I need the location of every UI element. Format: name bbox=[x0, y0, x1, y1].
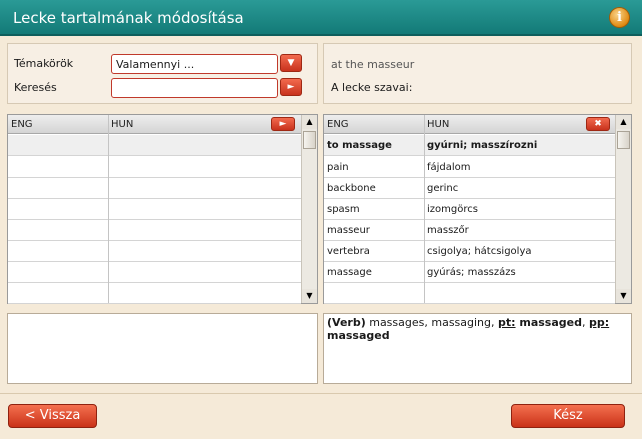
window-title: Lecke tartalmának módosítása bbox=[13, 9, 244, 27]
table-row[interactable]: massage gyúrás; masszázs bbox=[324, 262, 615, 283]
row-eng: vertebra bbox=[327, 246, 370, 257]
row-hun: fájdalom bbox=[427, 162, 471, 173]
table-row[interactable] bbox=[8, 262, 301, 283]
row-eng: backbone bbox=[327, 183, 376, 194]
lesson-name: at the masseur bbox=[331, 58, 415, 71]
scroll-up-icon[interactable]: ▲ bbox=[616, 115, 631, 129]
table-row[interactable] bbox=[8, 178, 301, 199]
scroll-up-icon[interactable]: ▲ bbox=[302, 115, 317, 129]
row-hun: gyúrás; masszázs bbox=[427, 267, 516, 278]
past-tense-label: pt: bbox=[498, 316, 516, 329]
add-to-lesson-button[interactable]: ► bbox=[271, 117, 295, 131]
search-input[interactable] bbox=[111, 78, 278, 98]
row-hun: csigolya; hátcsigolya bbox=[427, 246, 532, 257]
row-eng: massage bbox=[327, 267, 372, 278]
done-button[interactable]: Kész bbox=[511, 404, 625, 428]
lesson-panel: at the masseur A lecke szavai: bbox=[323, 43, 632, 104]
back-button[interactable]: < Vissza bbox=[8, 404, 97, 428]
table-row[interactable]: backbone gerinc bbox=[324, 178, 615, 199]
table-row[interactable] bbox=[8, 135, 301, 156]
title-bar: Lecke tartalmának módosítása i bbox=[0, 0, 642, 36]
table-row[interactable] bbox=[8, 157, 301, 178]
row-eng: masseur bbox=[327, 225, 370, 236]
left-detail-box bbox=[7, 313, 318, 384]
column-header-hun: HUN bbox=[111, 119, 134, 130]
scroll-thumb[interactable] bbox=[303, 131, 316, 149]
row-eng: to massage bbox=[327, 140, 392, 151]
remove-from-lesson-button[interactable]: ✖ bbox=[586, 117, 610, 131]
scroll-thumb[interactable] bbox=[617, 131, 630, 149]
lesson-words-label: A lecke szavai: bbox=[331, 81, 413, 94]
row-eng: pain bbox=[327, 162, 349, 173]
filter-panel: Témakörök Valamennyi ... ▼ Keresés ► bbox=[7, 43, 318, 104]
word-forms-text: (Verb) massages, massaging, pt: massaged… bbox=[327, 316, 627, 342]
right-grid-scrollbar[interactable]: ▲ ▼ bbox=[615, 115, 631, 303]
right-word-grid: ENG HUN ✖ to massage gyúrni; masszírozni… bbox=[323, 114, 632, 304]
table-row[interactable]: pain fájdalom bbox=[324, 157, 615, 178]
past-participle-label: pp: bbox=[589, 316, 610, 329]
row-hun: izomgörcs bbox=[427, 204, 478, 215]
topic-select[interactable]: Valamennyi ... bbox=[111, 54, 278, 74]
table-row[interactable]: spasm izomgörcs bbox=[324, 199, 615, 220]
table-row[interactable] bbox=[8, 241, 301, 262]
row-eng: spasm bbox=[327, 204, 360, 215]
search-label: Keresés bbox=[14, 81, 57, 94]
table-row[interactable]: masseur masszőr bbox=[324, 220, 615, 241]
table-row[interactable]: to massage gyúrni; masszírozni bbox=[324, 135, 615, 156]
part-of-speech: (Verb) bbox=[327, 316, 366, 329]
row-hun: gyúrni; masszírozni bbox=[427, 140, 538, 151]
info-icon[interactable]: i bbox=[609, 7, 630, 28]
arrow-right-icon: ► bbox=[287, 82, 295, 92]
topic-label: Témakörök bbox=[14, 57, 74, 70]
table-row[interactable]: vertebra csigolya; hátcsigolya bbox=[324, 241, 615, 262]
past-tense-value: massaged bbox=[515, 316, 582, 329]
forms-separator: , bbox=[582, 316, 589, 329]
row-hun: gerinc bbox=[427, 183, 459, 194]
arrow-right-icon: ► bbox=[279, 119, 287, 129]
scroll-down-icon[interactable]: ▼ bbox=[302, 289, 317, 303]
table-row[interactable] bbox=[8, 220, 301, 241]
column-divider bbox=[108, 115, 109, 303]
chevron-down-icon: ▼ bbox=[287, 58, 295, 68]
row-hun: masszőr bbox=[427, 225, 469, 236]
topic-dropdown-button[interactable]: ▼ bbox=[280, 54, 302, 72]
past-participle-value: massaged bbox=[327, 329, 390, 342]
left-word-grid: ENG HUN ► ▲ ▼ bbox=[7, 114, 318, 304]
table-row[interactable] bbox=[324, 283, 615, 304]
column-divider bbox=[424, 115, 425, 303]
column-header-eng: ENG bbox=[11, 119, 33, 130]
word-detail-box: (Verb) massages, massaging, pt: massaged… bbox=[323, 313, 632, 384]
table-row[interactable] bbox=[8, 283, 301, 304]
column-header-hun: HUN bbox=[427, 119, 450, 130]
verb-forms: massages, massaging, bbox=[365, 316, 499, 329]
close-icon: ✖ bbox=[594, 119, 602, 129]
table-row[interactable] bbox=[8, 199, 301, 220]
footer-divider bbox=[0, 393, 642, 394]
column-header-eng: ENG bbox=[327, 119, 349, 130]
left-grid-header: ENG HUN ► bbox=[8, 115, 301, 134]
search-go-button[interactable]: ► bbox=[280, 78, 302, 96]
scroll-down-icon[interactable]: ▼ bbox=[616, 289, 631, 303]
right-grid-header: ENG HUN ✖ bbox=[324, 115, 615, 134]
topic-select-value: Valamennyi ... bbox=[116, 58, 195, 71]
left-grid-scrollbar[interactable]: ▲ ▼ bbox=[301, 115, 317, 303]
